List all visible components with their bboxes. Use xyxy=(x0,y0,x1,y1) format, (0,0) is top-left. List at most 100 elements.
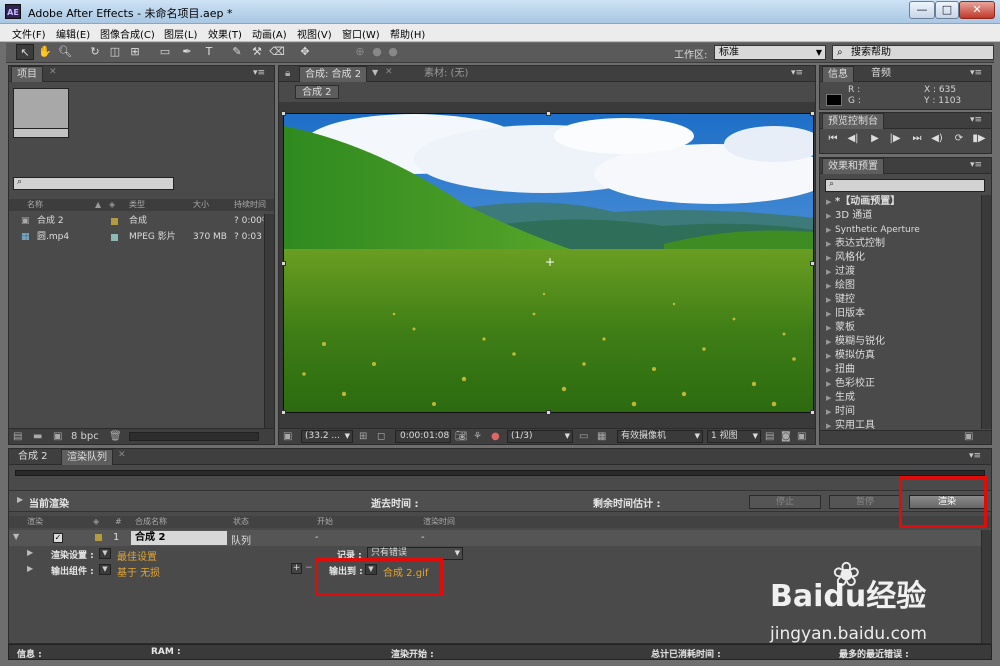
fast-preview-icon[interactable]: ◙ xyxy=(781,431,791,442)
menu-edit[interactable]: 编辑(E) xyxy=(56,26,90,41)
stop-button[interactable]: 停止 xyxy=(749,495,821,509)
label-color-swatch[interactable] xyxy=(111,218,118,225)
label-tag-icon[interactable]: ◈ xyxy=(109,199,115,211)
channel-color-icon[interactable]: ● xyxy=(491,431,500,442)
panel-menu-icon[interactable]: ▾≡ xyxy=(970,68,982,78)
project-scrollbar[interactable] xyxy=(264,214,274,428)
pause-button[interactable]: 暂停 xyxy=(829,495,901,509)
eraser-tool-icon[interactable]: ⌫ xyxy=(268,44,286,60)
loop-icon[interactable]: ⟳ xyxy=(952,133,966,144)
camera-select[interactable]: 有效摄像机 ▼ xyxy=(617,430,703,443)
last-frame-icon[interactable]: ⏭ xyxy=(910,133,924,144)
play-icon[interactable]: ▶ xyxy=(868,133,882,144)
effects-item[interactable]: ▶ 3D 通道 xyxy=(826,209,872,223)
transparency-grid-icon[interactable]: ▦ xyxy=(597,431,606,442)
close-icon[interactable]: ✕ xyxy=(385,67,393,77)
selection-tool-icon[interactable]: ↖ xyxy=(16,44,34,60)
rectangle-tool-icon[interactable]: ▭ xyxy=(156,44,174,60)
puppet-tool-icon[interactable]: ✥ xyxy=(296,44,314,60)
effects-item[interactable]: ▶ 过渡 xyxy=(826,265,855,279)
tab-audio[interactable]: 音频 xyxy=(866,66,896,82)
panel-menu-icon[interactable]: ▾≡ xyxy=(791,68,803,78)
column-render-time[interactable]: 渲染时间 xyxy=(423,516,455,528)
tab-effects-presets[interactable]: 效果和预置 xyxy=(822,158,884,174)
panel-menu-icon[interactable]: ▾≡ xyxy=(253,68,265,78)
column-duration[interactable]: 持续时间 xyxy=(234,199,266,211)
mask-visibility-icon[interactable]: ◻ xyxy=(377,431,385,442)
clone-stamp-tool-icon[interactable]: ⚒ xyxy=(248,44,266,60)
render-checkbox[interactable]: ✓ xyxy=(53,533,63,543)
new-composition-icon[interactable]: ▣ xyxy=(53,431,62,442)
add-output-module-icon[interactable]: + xyxy=(291,563,302,574)
column-size[interactable]: 大小 xyxy=(193,199,209,211)
render-item-row[interactable]: ▼ ✓ 1 合成 2 队列 - - xyxy=(9,530,991,547)
column-start[interactable]: 开始 xyxy=(317,516,333,528)
effects-item[interactable]: ▶ 蒙板 xyxy=(826,321,855,335)
safe-zones-icon[interactable]: ⊞ xyxy=(359,431,367,442)
transform-handle[interactable] xyxy=(546,111,551,116)
zoom-select[interactable]: (33.2 ... ▼ xyxy=(301,430,353,443)
timeline-icon[interactable]: ▣ xyxy=(797,431,806,442)
label-color-swatch[interactable] xyxy=(111,234,118,241)
menu-file[interactable]: 文件(F) xyxy=(12,26,46,41)
lock-icon[interactable]: 🔒︎ xyxy=(285,68,290,79)
region-of-interest-icon[interactable]: ▭ xyxy=(579,431,588,442)
ram-preview-icon[interactable]: ▮▶ xyxy=(972,133,986,144)
transform-handle[interactable] xyxy=(810,410,815,415)
bit-depth-label[interactable]: 8 bpc xyxy=(71,431,99,442)
new-folder-icon[interactable]: ▬ xyxy=(33,431,42,442)
tab-composition[interactable]: 合成: 合成 2 xyxy=(299,66,368,82)
minimize-button[interactable]: — xyxy=(909,1,935,19)
close-button[interactable]: ✕ xyxy=(959,1,995,19)
render-queue-scrollbar[interactable] xyxy=(981,530,991,643)
expand-arrow-icon[interactable]: ▶ xyxy=(17,495,23,504)
column-name[interactable]: 名称 xyxy=(27,199,43,211)
effects-item[interactable]: ▶ 时间 xyxy=(826,405,855,419)
brush-tool-icon[interactable]: ✎ xyxy=(228,44,246,60)
snapshot-camera-icon[interactable]: 📷︎ xyxy=(455,431,468,442)
label-color-swatch[interactable] xyxy=(95,534,102,541)
expand-arrow-icon[interactable]: ▶ xyxy=(27,564,33,573)
text-tool-icon[interactable]: T xyxy=(200,44,218,60)
effects-scrollbar[interactable] xyxy=(981,195,991,429)
composition-preview-image[interactable] xyxy=(283,113,814,413)
effects-item[interactable]: ▶ 生成 xyxy=(826,391,855,405)
resolution-select[interactable]: (1/3) ▼ xyxy=(507,430,573,443)
help-search-input[interactable]: ⌕ 搜索帮助 xyxy=(832,45,994,60)
project-h-scrollbar[interactable] xyxy=(129,432,259,441)
render-settings-value[interactable]: 最佳设置 xyxy=(117,548,157,563)
label-tag-icon[interactable]: ◈ xyxy=(93,516,99,528)
view-layout-select[interactable]: 1 视图 ▼ xyxy=(707,430,761,443)
effects-item[interactable]: ▶ 旧版本 xyxy=(826,307,865,321)
close-icon[interactable]: ✕ xyxy=(49,67,57,77)
sort-up-icon[interactable]: ▲ xyxy=(95,199,101,211)
project-item-row[interactable]: ▣ 合成 2 合成 ? 0:00 ⚲ xyxy=(9,214,268,229)
current-time-field[interactable]: 0:00:01:08 xyxy=(395,430,451,443)
collapse-arrow-icon[interactable]: ▼ xyxy=(13,532,19,541)
maximize-button[interactable]: □ xyxy=(935,1,959,19)
menu-window[interactable]: 窗口(W) xyxy=(342,26,380,41)
always-preview-icon[interactable]: ▣ xyxy=(283,431,292,442)
tab-info[interactable]: 信息 xyxy=(822,66,854,82)
effects-item[interactable]: ▶ 表达式控制 xyxy=(826,237,885,251)
first-frame-icon[interactable]: ⏮ xyxy=(826,133,840,144)
tab-timeline-comp[interactable]: 合成 2 xyxy=(13,449,53,465)
transform-handle[interactable] xyxy=(810,261,815,266)
project-item-row[interactable]: ▦ 圆.mp4 MPEG 影片 370 MB ? 0:03 xyxy=(9,230,267,245)
menu-animation[interactable]: 动画(A) xyxy=(252,26,287,41)
transform-handle[interactable] xyxy=(810,111,815,116)
menu-view[interactable]: 视图(V) xyxy=(297,26,332,41)
effects-item[interactable]: ▶ 扭曲 xyxy=(826,363,855,377)
close-icon[interactable]: ✕ xyxy=(118,450,126,460)
tab-preview[interactable]: 预览控制台 xyxy=(822,113,884,129)
interpret-footage-icon[interactable]: ▤ xyxy=(13,431,22,442)
panel-menu-icon[interactable]: ▾≡ xyxy=(969,451,981,461)
audio-icon[interactable]: ◀) xyxy=(930,133,944,144)
effects-item[interactable]: ▶ 风格化 xyxy=(826,251,865,265)
effects-item[interactable]: ▶ 模拟仿真 xyxy=(826,349,875,363)
column-type[interactable]: 类型 xyxy=(129,199,145,211)
pixel-aspect-icon[interactable]: ▤ xyxy=(765,431,774,442)
effects-item[interactable]: ▶ 色彩校正 xyxy=(826,377,875,391)
transform-handle[interactable] xyxy=(281,261,286,266)
render-settings-dropdown-icon[interactable]: ▼ xyxy=(99,548,111,559)
